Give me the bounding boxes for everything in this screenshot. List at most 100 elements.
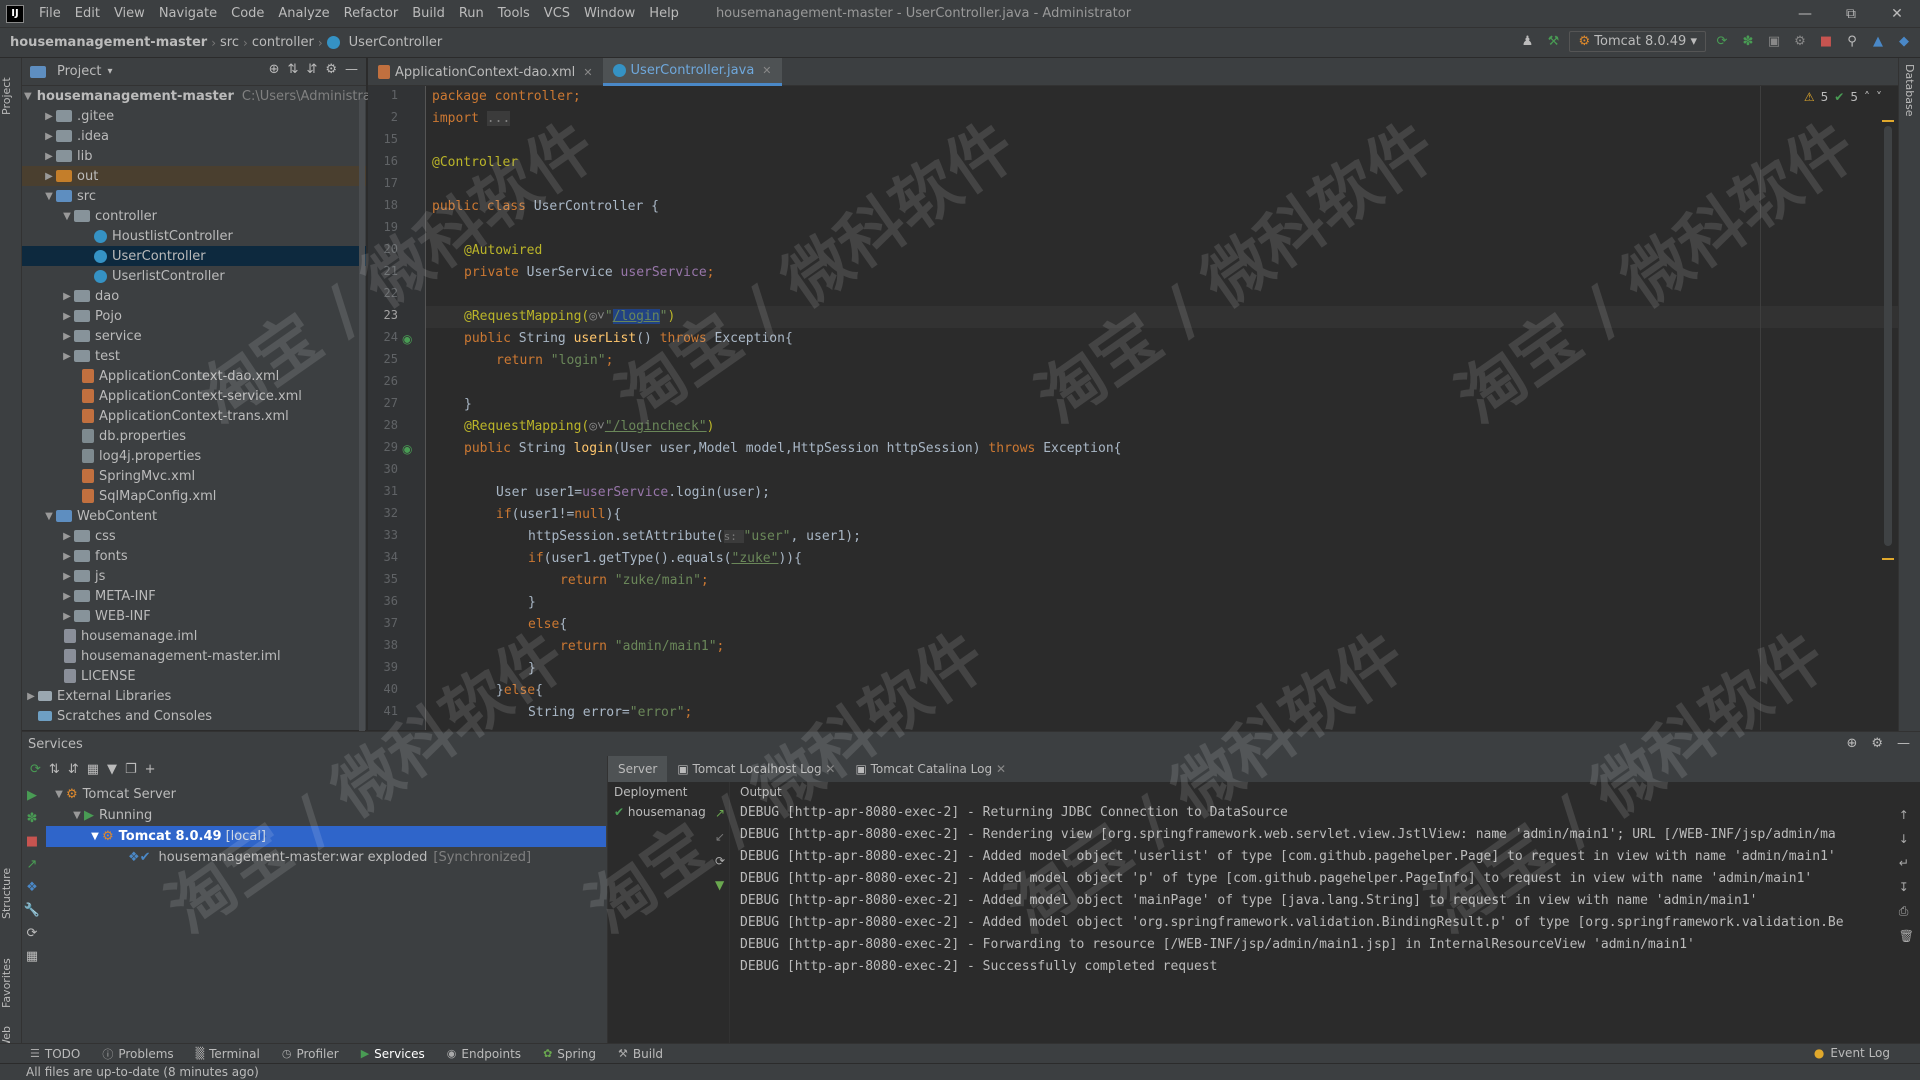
- chevron-right-icon[interactable]: ▶: [60, 591, 74, 602]
- menu-build[interactable]: Build: [405, 6, 452, 21]
- project-scrollbar[interactable]: [359, 98, 365, 738]
- tree-node[interactable]: UserlistController: [22, 266, 366, 286]
- tool-tab-endpoints[interactable]: ◉ Endpoints: [447, 1047, 521, 1061]
- deploy-icon[interactable]: ↗: [715, 806, 725, 820]
- tree-node[interactable]: ▶ .idea: [22, 126, 366, 146]
- tree-node[interactable]: ▶ External Libraries: [22, 686, 366, 706]
- stop-icon[interactable]: ■: [1816, 32, 1836, 52]
- tree-node[interactable]: ▶ out: [22, 166, 366, 186]
- chevron-right-icon[interactable]: ▶: [42, 151, 56, 162]
- warning-marker[interactable]: [1882, 120, 1894, 122]
- restore-icon[interactable]: ⧉: [1828, 0, 1874, 28]
- plugin-icon[interactable]: ◆: [1894, 32, 1914, 52]
- wrench-icon[interactable]: 🔧: [24, 903, 40, 918]
- breadcrumb-src[interactable]: src: [216, 35, 243, 50]
- project-view-select[interactable]: Project: [57, 64, 101, 79]
- soft-wrap-icon[interactable]: ↵: [1899, 856, 1914, 870]
- tree-node[interactable]: db.properties: [22, 426, 366, 446]
- endpoint-gutter-icon[interactable]: ◉: [402, 332, 416, 346]
- tree-node-selected[interactable]: ▼ ⚙ Tomcat 8.0.49 [local]: [46, 826, 606, 847]
- close-window-icon[interactable]: ✕: [1874, 0, 1920, 28]
- chevron-down-icon[interactable]: ▾: [107, 66, 112, 77]
- tool-tab-terminal[interactable]: ▒ Terminal: [196, 1047, 260, 1061]
- tree-node[interactable]: housemanagement-master.iml: [22, 646, 366, 666]
- menu-view[interactable]: View: [107, 6, 152, 21]
- tree-node[interactable]: log4j.properties: [22, 446, 366, 466]
- user-icon[interactable]: ♟: [1517, 32, 1537, 52]
- arrow-down-icon[interactable]: ↓: [1899, 832, 1914, 846]
- chevron-down-icon[interactable]: ˅: [1876, 90, 1882, 104]
- chevron-down-icon[interactable]: ▼: [42, 511, 56, 522]
- favorites-tool-tab[interactable]: Favorites: [0, 948, 22, 1018]
- close-icon[interactable]: ✕: [996, 762, 1006, 776]
- tool-tab-services[interactable]: ▶ Services: [361, 1047, 425, 1061]
- tab-tomcat-catalina-log[interactable]: ▣ Tomcat Catalina Log ✕: [845, 756, 1016, 782]
- tree-node[interactable]: Scratches and Consoles: [22, 706, 366, 726]
- chevron-right-icon[interactable]: ▶: [60, 351, 74, 362]
- menu-help[interactable]: Help: [642, 6, 686, 21]
- run-configuration-select[interactable]: ⚙ Tomcat 8.0.49 ▾: [1569, 31, 1706, 52]
- chevron-down-icon[interactable]: ▼: [60, 211, 74, 222]
- minimize-icon[interactable]: —: [1782, 0, 1828, 28]
- tree-node[interactable]: ▼ ⚙ Tomcat Server: [46, 784, 606, 805]
- hide-icon[interactable]: —: [345, 62, 358, 77]
- gear-icon[interactable]: ⚙: [325, 62, 337, 77]
- locate-icon[interactable]: ⊕: [269, 62, 280, 77]
- tree-node[interactable]: ▼ controller: [22, 206, 366, 226]
- globe-icon[interactable]: ⊕: [1846, 736, 1857, 751]
- tree-node[interactable]: ▶ test: [22, 346, 366, 366]
- debug-icon[interactable]: ✽: [1738, 32, 1758, 52]
- refresh-icon[interactable]: ⟳: [30, 762, 41, 777]
- menu-file[interactable]: File: [32, 6, 68, 21]
- debug-icon[interactable]: ✽: [27, 811, 38, 826]
- console-output[interactable]: DEBUG [http-apr-8080-exec-2] - Returning…: [730, 802, 1890, 1044]
- close-icon[interactable]: ✕: [762, 64, 771, 77]
- tree-node[interactable]: ▶ js: [22, 566, 366, 586]
- group-icon[interactable]: ▦: [87, 762, 99, 777]
- run-icon[interactable]: ▶: [27, 788, 37, 803]
- collapse-all-icon[interactable]: ⇵: [68, 762, 79, 777]
- tree-node[interactable]: ApplicationContext-trans.xml: [22, 406, 366, 426]
- menu-tools[interactable]: Tools: [491, 6, 537, 21]
- reload-icon[interactable]: ⟳: [27, 926, 38, 941]
- tab-usercontroller[interactable]: UserController.java ✕: [602, 58, 782, 86]
- chevron-right-icon[interactable]: ▶: [60, 551, 74, 562]
- chevron-right-icon[interactable]: ▶: [60, 531, 74, 542]
- breadcrumb-usercontroller[interactable]: UserController: [345, 35, 447, 50]
- endpoint-gutter-icon[interactable]: ◉: [402, 442, 416, 456]
- project-tool-tab[interactable]: Project: [0, 66, 22, 126]
- tree-node[interactable]: ▶ service: [22, 326, 366, 346]
- event-log-button[interactable]: ● Event Log: [1814, 1046, 1890, 1060]
- warning-marker[interactable]: [1882, 558, 1894, 560]
- coverage-icon[interactable]: ▣: [1764, 32, 1784, 52]
- undeploy-icon[interactable]: ↙: [715, 830, 725, 844]
- tree-node[interactable]: ▶ Pojo: [22, 306, 366, 326]
- tree-node[interactable]: ▼ WebContent: [22, 506, 366, 526]
- tree-node[interactable]: ▶ lib: [22, 146, 366, 166]
- menu-refactor[interactable]: Refactor: [337, 6, 406, 21]
- menu-vcs[interactable]: VCS: [537, 6, 577, 21]
- tab-applicationcontext-dao[interactable]: ApplicationContext-dao.xml ✕: [368, 58, 603, 86]
- breadcrumb-controller[interactable]: controller: [248, 35, 318, 50]
- tree-node[interactable]: ▶ fonts: [22, 546, 366, 566]
- tree-node[interactable]: ApplicationContext-service.xml: [22, 386, 366, 406]
- chevron-down-icon[interactable]: ▼: [52, 789, 66, 800]
- breadcrumb-project[interactable]: housemanagement-master: [0, 35, 211, 50]
- tree-node[interactable]: ▼ src: [22, 186, 366, 206]
- refresh-icon[interactable]: ⟳: [715, 854, 725, 868]
- tree-node[interactable]: SqlMapConfig.xml: [22, 486, 366, 506]
- chevron-right-icon[interactable]: ▶: [24, 691, 38, 702]
- chevron-right-icon[interactable]: ▶: [60, 611, 74, 622]
- menu-navigate[interactable]: Navigate: [152, 6, 224, 21]
- layout-icon[interactable]: ▦: [26, 949, 38, 964]
- collapse-all-icon[interactable]: ⇵: [306, 62, 317, 77]
- hide-icon[interactable]: —: [1897, 736, 1910, 751]
- tree-node[interactable]: ▼ housemanagement-master C:\Users\Administ…: [22, 86, 384, 106]
- stop-icon[interactable]: ■: [26, 834, 38, 849]
- chevron-right-icon[interactable]: ▶: [42, 131, 56, 142]
- editor-scrollbar[interactable]: [1884, 126, 1892, 546]
- menu-run[interactable]: Run: [452, 6, 491, 21]
- tree-node[interactable]: SpringMvc.xml: [22, 466, 366, 486]
- tree-node[interactable]: ▼ ▶ Running: [46, 805, 606, 826]
- tree-node[interactable]: ❖✔ housemanagement-master:war exploded [Sy…: [46, 847, 606, 868]
